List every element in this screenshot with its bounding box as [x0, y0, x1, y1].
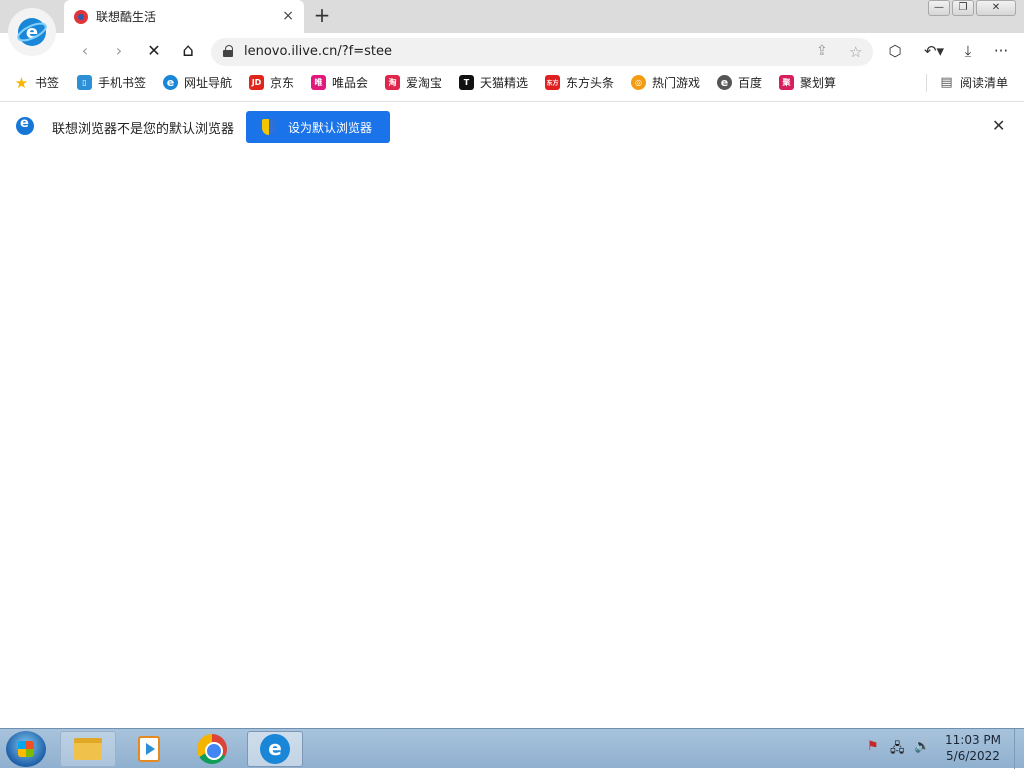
back-button[interactable]: ‹ — [74, 40, 96, 62]
start-button[interactable] — [6, 731, 46, 767]
chrome-icon — [197, 734, 227, 764]
show-desktop-button[interactable] — [1014, 729, 1024, 769]
bookmark-item[interactable]: e 网址导航 — [163, 74, 232, 91]
taskbar-media-player[interactable] — [121, 731, 177, 767]
download-icon[interactable]: ⤓ — [957, 40, 979, 62]
bookmark-label: 手机书签 — [98, 76, 147, 90]
tab-strip: 联想酷生活 × + — ❐ ✕ — [0, 0, 1024, 33]
bookmark-item[interactable]: ▯ 手机书签 — [77, 74, 146, 91]
bookmark-label: 天猫精选 — [480, 76, 529, 90]
juhuasuan-icon: 聚 — [779, 75, 794, 90]
bookmark-label: 爱淘宝 — [406, 76, 443, 90]
browser-e-logo-icon: e — [17, 18, 47, 46]
jd-icon: JD — [249, 75, 264, 90]
system-clock[interactable]: 11:03 PM 5/6/2022 — [936, 732, 1010, 764]
volume-icon[interactable]: 🔊 — [914, 739, 930, 754]
new-tab-button[interactable]: + — [310, 4, 334, 28]
restore-button[interactable]: ❐ — [952, 0, 974, 16]
favorite-star-icon[interactable]: ☆ — [849, 43, 862, 61]
tab-active[interactable]: 联想酷生活 × — [64, 0, 304, 33]
clock-time: 11:03 PM — [945, 733, 1001, 747]
reading-list-label: 阅读清单 — [960, 76, 1009, 90]
dftt-icon: 东方 — [545, 75, 560, 90]
action-center-flag-icon[interactable]: ⚑ — [867, 739, 879, 754]
share-icon[interactable]: ⇪ — [816, 43, 828, 59]
tab-close-icon[interactable]: × — [282, 8, 294, 24]
browser-e-icon — [16, 116, 34, 135]
bookmark-item[interactable]: JD 京东 — [249, 74, 294, 91]
bookmark-item[interactable]: ◎ 热门游戏 — [631, 74, 700, 91]
home-button[interactable]: ⌂ — [177, 40, 199, 62]
default-browser-infobar: 联想浏览器不是您的默认浏览器 设为默认浏览器 ✕ — [0, 101, 1024, 150]
site-favicon-icon — [74, 9, 88, 24]
window-controls: — ❐ ✕ — [928, 0, 1016, 16]
taskbar-lenovo-browser[interactable]: e — [247, 731, 303, 767]
bookmark-item[interactable]: T 天猫精选 — [459, 74, 528, 91]
reading-list-button[interactable]: ▤ 阅读清单 — [939, 74, 1008, 91]
browser-logo-icon[interactable]: e — [8, 8, 56, 56]
browser-e-icon: e — [163, 75, 178, 90]
stop-button[interactable]: ✕ — [143, 40, 165, 62]
undo-close-tab-icon[interactable]: ↶▾ — [920, 40, 948, 62]
bookmark-item[interactable]: 东方 东方头条 — [545, 74, 614, 91]
infobar-close-icon[interactable]: ✕ — [992, 116, 1005, 135]
browser-window: 联想酷生活 × + — ❐ ✕ e ‹ › ✕ ⌂ lenovo.ilive.c… — [0, 0, 1024, 728]
page-content — [0, 150, 1024, 728]
bookmark-label: 聚划算 — [800, 76, 837, 90]
tmall-icon: T — [459, 75, 474, 90]
extensions-icon[interactable]: ⬡ — [884, 40, 906, 62]
tab-title: 联想酷生活 — [96, 10, 157, 24]
bookmark-item[interactable]: 聚 聚划算 — [779, 74, 836, 91]
taobao-icon: 淘 — [385, 75, 400, 90]
url-text[interactable]: lenovo.ilive.cn/?f=stee — [244, 44, 392, 59]
infobar-message: 联想浏览器不是您的默认浏览器 — [52, 122, 235, 137]
taskbar: e ⚑ 🖧 🔊 11:03 PM 5/6/2022 — [0, 728, 1024, 769]
bookmark-item[interactable]: ★ 书签 — [14, 73, 60, 92]
bookmark-item[interactable]: 淘 爱淘宝 — [385, 74, 442, 91]
bookmark-label: 东方头条 — [566, 76, 615, 90]
close-window-button[interactable]: ✕ — [976, 0, 1016, 16]
taskbar-explorer[interactable] — [60, 731, 116, 767]
folder-icon — [74, 738, 102, 760]
bookmarks-bar: ★ 书签 ▯ 手机书签 e 网址导航 JD 京东 唯 唯品会 淘 爱淘宝 T 天… — [0, 69, 1024, 97]
vip-icon: 唯 — [311, 75, 326, 90]
shield-icon — [262, 119, 276, 135]
bookmark-item[interactable]: 唯 唯品会 — [311, 74, 368, 91]
media-player-icon — [138, 736, 160, 762]
bookmark-label: 热门游戏 — [652, 76, 701, 90]
game-icon: ◎ — [631, 75, 646, 90]
forward-button[interactable]: › — [108, 40, 130, 62]
phone-bookmark-icon: ▯ — [77, 75, 92, 90]
bookmark-label: 百度 — [738, 76, 763, 90]
taskbar-chrome[interactable] — [184, 731, 240, 767]
browser-e-icon: e — [260, 734, 290, 764]
lock-icon[interactable] — [223, 45, 233, 57]
bookmark-item[interactable]: e 百度 — [717, 74, 762, 91]
bookmark-label: 书签 — [35, 76, 60, 90]
more-menu-icon[interactable]: ··· — [990, 40, 1012, 62]
bookmark-label: 网址导航 — [184, 76, 233, 90]
star-icon: ★ — [14, 73, 29, 92]
bookmark-label: 唯品会 — [332, 76, 369, 90]
baidu-icon: e — [717, 75, 732, 90]
toolbar: ‹ › ✕ ⌂ lenovo.ilive.cn/?f=stee ⇪ ☆ ⬡ ↶▾… — [0, 33, 1024, 69]
network-icon[interactable]: 🖧 — [890, 739, 905, 761]
clock-date: 5/6/2022 — [946, 749, 1000, 763]
minimize-button[interactable]: — — [928, 0, 950, 16]
set-default-label: 设为默认浏览器 — [288, 120, 373, 135]
bookmarks-divider — [926, 74, 927, 92]
reading-list-icon: ▤ — [940, 75, 953, 90]
address-bar[interactable]: lenovo.ilive.cn/?f=stee ⇪ ☆ — [211, 38, 873, 66]
bookmark-label: 京东 — [270, 76, 295, 90]
set-default-browser-button[interactable]: 设为默认浏览器 — [246, 111, 390, 143]
